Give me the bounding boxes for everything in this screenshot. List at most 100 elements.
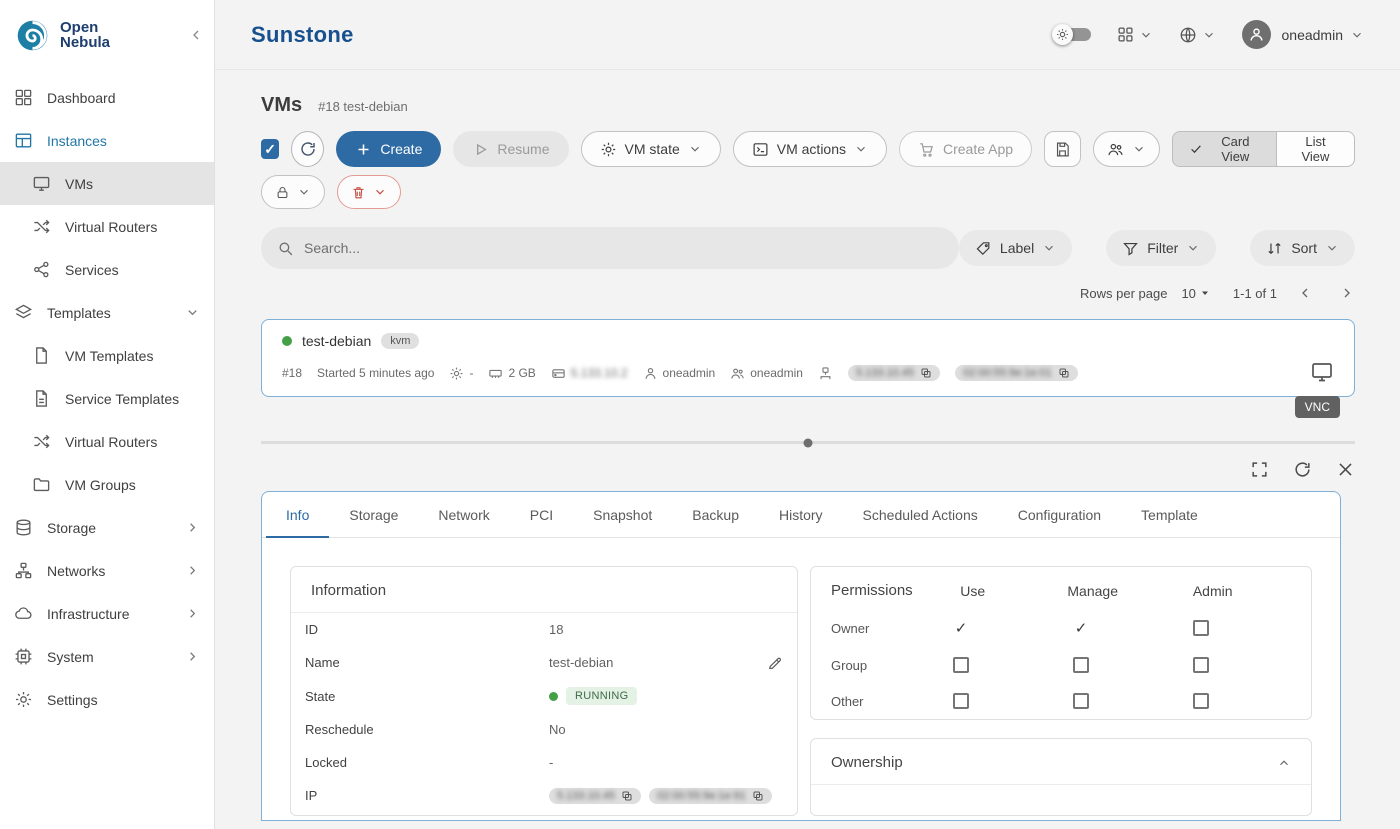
sidebar-item-vms[interactable]: VMs	[0, 162, 214, 205]
delete-dropdown[interactable]	[337, 175, 401, 209]
card-view-button[interactable]: Card View	[1172, 131, 1277, 167]
sidebar-item-instances[interactable]: Instances	[0, 119, 214, 162]
sidebar-item-virtual-routers[interactable]: Virtual Routers	[0, 205, 214, 248]
create-button[interactable]: Create	[336, 131, 441, 167]
globe-icon	[1179, 26, 1197, 44]
perm-other-admin-checkbox[interactable]	[1193, 693, 1209, 709]
list-view-button[interactable]: List View	[1277, 131, 1355, 167]
sidebar-item-networks[interactable]: Networks	[0, 549, 214, 592]
sort-dropdown[interactable]: Sort	[1250, 230, 1355, 266]
ip-chip[interactable]: 5.133.10.45	[549, 788, 641, 804]
copy-icon[interactable]	[752, 790, 764, 802]
tab-backup[interactable]: Backup	[672, 492, 759, 537]
vm-ip-chip[interactable]: 5.133.10.45	[848, 365, 940, 381]
perm-col-manage: Manage	[1033, 583, 1153, 599]
info-row-state: State RUNNING	[291, 679, 797, 713]
theme-switch[interactable]	[1061, 28, 1091, 41]
theme-toggle[interactable]	[1051, 28, 1091, 41]
vm-card[interactable]: test-debian kvm #18 Started 5 minutes ag…	[261, 319, 1355, 397]
sidebar-item-system[interactable]: System	[0, 635, 214, 678]
cart-icon	[918, 141, 935, 158]
page-previous-icon[interactable]	[1297, 285, 1313, 301]
copy-icon[interactable]	[920, 367, 932, 379]
search-bar[interactable]	[261, 227, 959, 269]
perm-owner-manage-checkbox[interactable]: ✓	[1075, 619, 1088, 637]
tab-history[interactable]: History	[759, 492, 843, 537]
tab-configuration[interactable]: Configuration	[998, 492, 1121, 537]
resume-button[interactable]: Resume	[453, 131, 568, 167]
toolbar-row-1: Create Resume VM state VM actions	[261, 131, 1355, 167]
vm-actions-dropdown[interactable]: VM actions	[733, 131, 887, 167]
page-next-icon[interactable]	[1339, 285, 1355, 301]
refresh-button[interactable]	[291, 131, 324, 167]
sidebar-item-services[interactable]: Services	[0, 248, 214, 291]
hypervisor-chip: kvm	[381, 333, 419, 349]
group-dropdown[interactable]	[1093, 131, 1160, 167]
info-row-locked: Locked -	[291, 746, 797, 779]
service-nodes-icon	[32, 260, 51, 279]
rows-per-page-select[interactable]: 10	[1181, 286, 1210, 301]
sidebar-item-settings[interactable]: Settings	[0, 678, 214, 721]
perm-group-use-checkbox[interactable]	[953, 657, 969, 673]
tab-info[interactable]: Info	[266, 492, 329, 537]
sidebar-item-label: VMs	[65, 176, 93, 192]
page-title: VMs	[261, 94, 302, 117]
apps-menu[interactable]	[1117, 26, 1153, 43]
perm-other-manage-checkbox[interactable]	[1073, 693, 1089, 709]
perm-owner-admin-checkbox[interactable]	[1193, 620, 1209, 636]
sidebar-item-templates[interactable]: Templates	[0, 291, 214, 334]
perm-row-group: Group	[811, 647, 1311, 683]
perm-group-admin-checkbox[interactable]	[1193, 657, 1209, 673]
sidebar-item-service-templates[interactable]: Service Templates	[0, 377, 214, 420]
filter-dropdown[interactable]: Filter	[1106, 230, 1216, 266]
vm-mac-chip[interactable]: 02:00:55:9e:1e:01	[955, 365, 1078, 381]
language-menu[interactable]	[1179, 26, 1216, 44]
tab-snapshot[interactable]: Snapshot	[573, 492, 672, 537]
sidebar-item-label: Dashboard	[47, 90, 116, 106]
refresh-detail-icon[interactable]	[1293, 460, 1312, 479]
vm-state-dropdown[interactable]: VM state	[581, 131, 721, 167]
close-icon[interactable]	[1336, 460, 1355, 479]
sidebar-item-virtual-routers-templates[interactable]: Virtual Routers	[0, 420, 214, 463]
page-subtitle: #18 test-debian	[318, 99, 408, 114]
user-menu[interactable]: oneadmin	[1242, 20, 1365, 49]
sidebar-item-dashboard[interactable]: Dashboard	[0, 76, 214, 119]
splitter-handle[interactable]	[804, 438, 813, 447]
tab-pci[interactable]: PCI	[510, 492, 573, 537]
rows-per-page-label: Rows per page	[1080, 286, 1167, 301]
chevron-up-icon[interactable]	[1277, 756, 1291, 770]
tab-scheduled-actions[interactable]: Scheduled Actions	[843, 492, 998, 537]
perm-group-manage-checkbox[interactable]	[1073, 657, 1089, 673]
tab-network[interactable]: Network	[418, 492, 509, 537]
sidebar-item-vm-groups[interactable]: VM Groups	[0, 463, 214, 506]
tab-storage[interactable]: Storage	[329, 492, 418, 537]
sidebar-item-vm-templates[interactable]: VM Templates	[0, 334, 214, 377]
sidebar-item-infrastructure[interactable]: Infrastructure	[0, 592, 214, 635]
fullscreen-icon[interactable]	[1250, 460, 1269, 479]
sidebar-item-label: Services	[65, 262, 119, 278]
sidebar-collapse-icon[interactable]	[188, 27, 204, 43]
sidebar-item-label: Virtual Routers	[65, 434, 157, 450]
splitter[interactable]	[261, 441, 1355, 444]
logo-text: Open Nebula	[60, 20, 179, 50]
select-all-checkbox[interactable]	[261, 139, 279, 159]
tab-template[interactable]: Template	[1121, 492, 1218, 537]
label-dropdown[interactable]: Label	[959, 230, 1072, 266]
edit-name-icon[interactable]	[767, 655, 783, 671]
perm-owner-use-checkbox[interactable]: ✓	[955, 619, 968, 637]
copy-icon[interactable]	[1058, 367, 1070, 379]
copy-icon[interactable]	[621, 790, 633, 802]
lock-dropdown[interactable]	[261, 175, 325, 209]
mac-chip[interactable]: 02:00:55:9e:1e:91	[649, 788, 772, 804]
pagination-range: 1-1 of 1	[1233, 286, 1277, 301]
search-input[interactable]	[304, 240, 943, 256]
rows-per-page-value: 10	[1181, 286, 1195, 301]
vnc-console-icon[interactable]	[1310, 360, 1334, 384]
create-app-button[interactable]: Create App	[899, 131, 1032, 167]
perm-other-use-checkbox[interactable]	[953, 693, 969, 709]
play-icon	[472, 141, 489, 158]
sidebar-item-label: System	[47, 649, 94, 665]
sort-icon	[1266, 240, 1283, 257]
save-button[interactable]	[1044, 131, 1081, 167]
sidebar-item-storage[interactable]: Storage	[0, 506, 214, 549]
